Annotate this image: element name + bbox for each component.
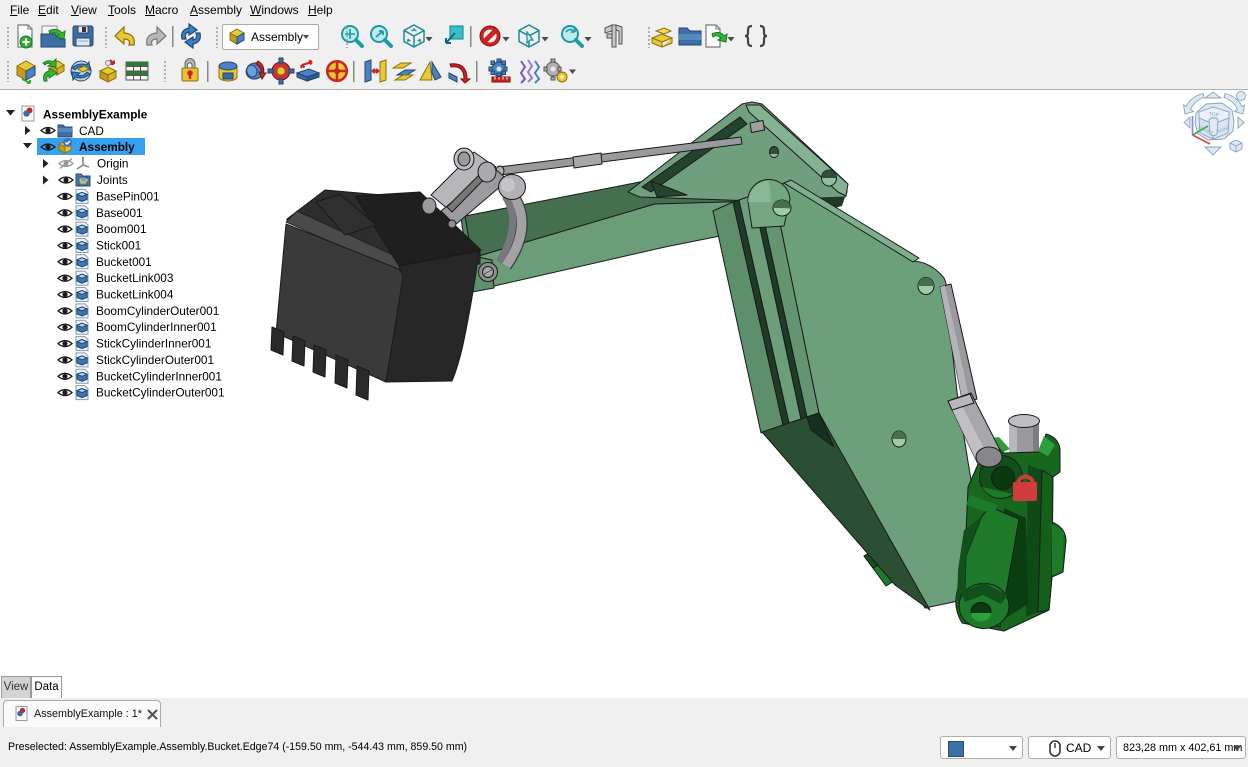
svg-text:StickCylinderInner001: StickCylinderInner001 <box>96 337 211 351</box>
svg-text:Boom001: Boom001 <box>96 222 147 236</box>
svg-text:BoomCylinderInner001: BoomCylinderInner001 <box>96 320 217 334</box>
svg-text:CAD: CAD <box>79 124 104 138</box>
svg-text:Origin: Origin <box>97 157 128 171</box>
svg-text:BasePin001: BasePin001 <box>96 189 160 203</box>
svg-text:BoomCylinderOuter001: BoomCylinderOuter001 <box>96 304 219 318</box>
svg-text:BucketCylinderOuter001: BucketCylinderOuter001 <box>96 386 225 400</box>
svg-text:BucketLink003: BucketLink003 <box>96 271 174 285</box>
svg-text:Joints: Joints <box>97 173 128 187</box>
svg-text:Base001: Base001 <box>96 206 143 220</box>
svg-text:Assembly: Assembly <box>79 140 135 154</box>
svg-text:AssemblyExample: AssemblyExample <box>43 108 148 122</box>
svg-text:BucketLink004: BucketLink004 <box>96 288 174 302</box>
svg-text:StickCylinderOuter001: StickCylinderOuter001 <box>96 353 214 367</box>
svg-text:Bucket001: Bucket001 <box>96 255 152 269</box>
svg-text:Stick001: Stick001 <box>96 239 141 253</box>
svg-text:BucketCylinderInner001: BucketCylinderInner001 <box>96 369 222 383</box>
